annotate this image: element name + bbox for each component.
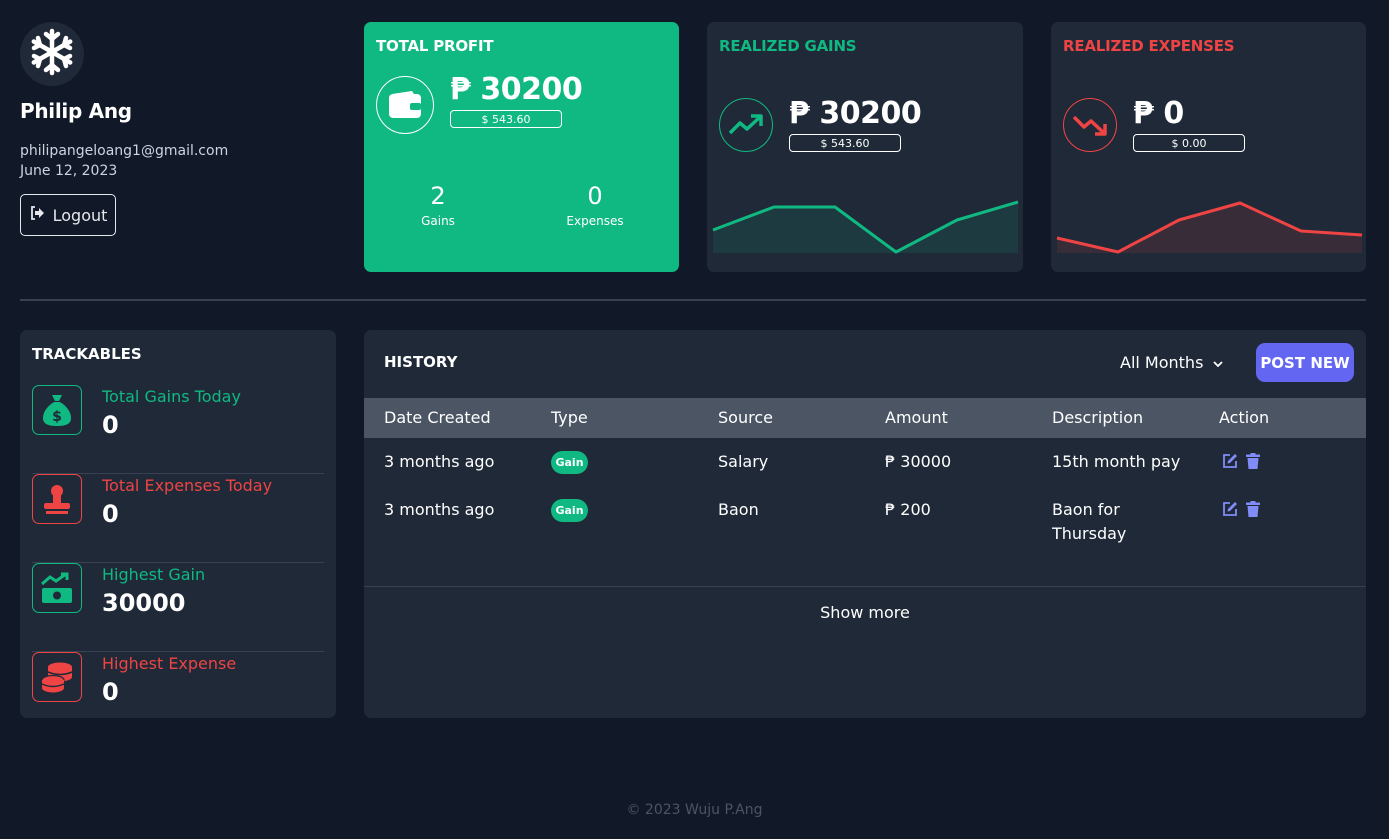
column-header-type[interactable]: Type <box>551 408 588 427</box>
post-new-button[interactable]: POST NEW <box>1256 343 1354 382</box>
row-actions <box>1222 453 1260 469</box>
realized-gains-title: REALIZED GAINS <box>719 37 857 55</box>
profile-date: June 12, 2023 <box>20 163 118 179</box>
logout-button[interactable]: Logout <box>20 194 116 236</box>
trackable-highest-expense: Highest Expense 0 <box>32 652 324 718</box>
history-panel: HISTORY All Months POST NEW Date Created… <box>364 330 1366 718</box>
realized-expenses-title: REALIZED EXPENSES <box>1063 37 1235 55</box>
expenses-count: 0 <box>587 182 603 210</box>
delete-icon[interactable] <box>1246 453 1260 469</box>
avatar <box>20 22 84 86</box>
total-profit-title: TOTAL PROFIT <box>376 37 494 55</box>
trackables-title: TRACKABLES <box>32 345 142 363</box>
row-date: 3 months ago <box>384 452 495 471</box>
stamp-icon <box>32 474 82 524</box>
month-filter-select[interactable]: All Months <box>1120 353 1224 372</box>
trackable-label: Highest Expense <box>102 654 237 673</box>
trackable-value: 0 <box>102 411 119 439</box>
row-amount: ₱ 200 <box>885 500 931 519</box>
total-profit-usd: $ 543.60 <box>450 110 562 128</box>
logout-icon <box>29 205 45 225</box>
chevron-down-icon <box>1213 353 1224 372</box>
trackable-label: Highest Gain <box>102 565 206 584</box>
realized-gains-amount: ₱ 30200 <box>789 96 922 131</box>
trackables-panel: TRACKABLES $ Total Gains Today 0 Total E… <box>20 330 336 718</box>
section-divider <box>20 299 1366 301</box>
trackable-value: 0 <box>102 500 119 528</box>
trackable-total-expenses-today: Total Expenses Today 0 <box>32 474 324 563</box>
trackable-value: 0 <box>102 678 119 706</box>
row-actions <box>1222 501 1260 517</box>
column-header-source[interactable]: Source <box>718 408 773 427</box>
trackable-label: Total Gains Today <box>102 387 241 406</box>
svg-text:$: $ <box>52 409 62 425</box>
table-header: Date Created Type Source Amount Descript… <box>364 398 1366 438</box>
trend-down-icon <box>1063 98 1117 152</box>
row-amount: ₱ 30000 <box>885 452 952 471</box>
trackable-total-gains-today: $ Total Gains Today 0 <box>32 385 324 474</box>
type-badge: Gain <box>551 499 588 522</box>
trackable-highest-gain: Highest Gain 30000 <box>32 563 324 652</box>
money-bag-icon: $ <box>32 385 82 435</box>
coins-stack-icon <box>32 652 82 702</box>
trackable-value: 30000 <box>102 589 186 617</box>
total-profit-amount: ₱ 30200 <box>450 72 583 107</box>
month-filter-value: All Months <box>1120 353 1204 372</box>
footer-copyright: © 2023 Wuju P.Ang <box>626 802 763 818</box>
row-description: Baon for Thursday <box>1052 500 1127 543</box>
realized-expenses-amount: ₱ 0 <box>1133 96 1184 131</box>
logout-label: Logout <box>52 205 108 225</box>
edit-icon[interactable] <box>1222 501 1238 517</box>
realized-expenses-sparkline <box>1056 201 1363 254</box>
expenses-count-block: 0 Expenses <box>535 182 655 228</box>
history-title: HISTORY <box>384 353 458 371</box>
column-header-description[interactable]: Description <box>1052 408 1143 427</box>
show-more-link[interactable]: Show more <box>364 603 1366 622</box>
gains-count-label: Gains <box>421 214 455 228</box>
money-trend-icon <box>32 563 82 613</box>
gains-count: 2 <box>430 182 446 210</box>
trackable-label: Total Expenses Today <box>102 476 273 495</box>
total-profit-card: TOTAL PROFIT ₱ 30200 $ 543.60 2 Gains 0 … <box>364 22 679 272</box>
expenses-count-label: Expenses <box>566 214 624 228</box>
snowflake-icon <box>28 28 76 80</box>
column-header-amount[interactable]: Amount <box>885 408 948 427</box>
edit-icon[interactable] <box>1222 453 1238 469</box>
realized-gains-usd: $ 543.60 <box>789 134 901 152</box>
profile-name: Philip Ang <box>20 99 132 123</box>
column-header-action: Action <box>1219 408 1270 427</box>
type-badge: Gain <box>551 451 588 474</box>
row-description: 15th month pay <box>1052 452 1181 471</box>
history-divider <box>364 586 1366 587</box>
trend-up-icon <box>719 98 773 152</box>
realized-expenses-usd: $ 0.00 <box>1133 134 1245 152</box>
realized-expenses-card: REALIZED EXPENSES ₱ 0 $ 0.00 <box>1051 22 1366 272</box>
column-header-date[interactable]: Date Created <box>384 408 491 427</box>
row-source: Salary <box>718 452 769 471</box>
delete-icon[interactable] <box>1246 501 1260 517</box>
gains-count-block: 2 Gains <box>378 182 498 228</box>
row-date: 3 months ago <box>384 500 495 519</box>
realized-gains-sparkline <box>712 200 1019 254</box>
row-source: Baon <box>718 500 759 519</box>
wallet-icon <box>376 76 434 134</box>
profile-email: philipangeloang1@gmail.com <box>20 143 229 159</box>
realized-gains-card: REALIZED GAINS ₱ 30200 $ 543.60 <box>707 22 1023 272</box>
